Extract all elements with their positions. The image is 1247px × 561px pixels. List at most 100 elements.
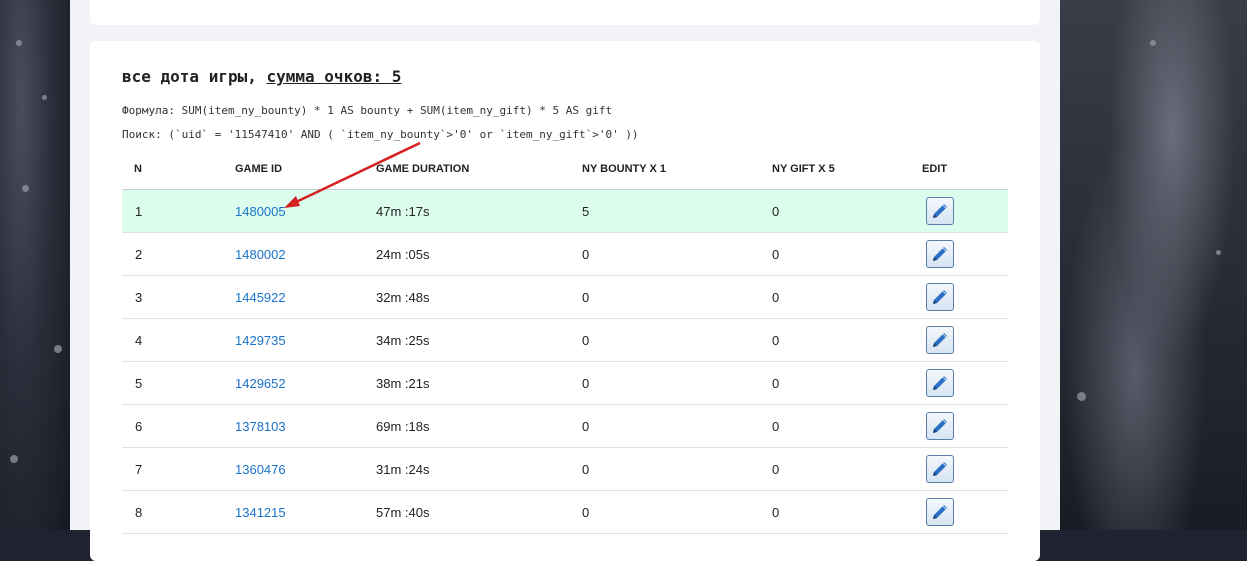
table-row: 6 1378103 69m :18s 0 0 [122,404,1008,448]
bg-particle [54,345,62,353]
header-ny-gift: NY GIFT X 5 [772,149,922,190]
ny-gift-cell: 0 [772,275,922,319]
game-id-link[interactable]: 1429652 [235,376,286,391]
pencil-icon [933,247,947,261]
header-game-duration: GAME DURATION [376,149,582,190]
pencil-icon [933,462,947,476]
formula-text: Формула: SUM(item_ny_bounty) * 1 AS boun… [122,104,613,117]
game-id-link[interactable]: 1429735 [235,333,286,348]
game-id-link[interactable]: 1360476 [235,462,286,477]
game-id-link[interactable]: 1341215 [235,505,286,520]
edit-cell [922,447,1008,491]
ny-bounty-cell: 5 [582,189,772,233]
edit-cell [922,404,1008,448]
edit-cell [922,490,1008,534]
edit-button[interactable] [926,197,954,225]
game-id-cell: 1341215 [235,490,376,534]
game-id-cell: 1429652 [235,361,376,405]
game-duration-cell: 24m :05s [376,232,582,276]
edit-button[interactable] [926,455,954,483]
edit-cell [922,318,1008,362]
background-left [0,0,70,530]
pencil-icon [933,290,947,304]
pencil-icon [933,376,947,390]
edit-button[interactable] [926,326,954,354]
pencil-icon [933,505,947,519]
edit-button[interactable] [926,240,954,268]
bg-particle [1150,40,1156,46]
ny-bounty-cell: 0 [582,232,772,276]
game-duration-cell: 34m :25s [376,318,582,362]
game-id-cell: 1429735 [235,318,376,362]
ny-gift-cell: 0 [772,318,922,362]
bg-particle [42,95,47,100]
row-number: 5 [122,361,235,405]
table-row: 5 1429652 38m :21s 0 0 [122,361,1008,405]
ny-bounty-cell: 0 [582,318,772,362]
ny-gift-cell: 0 [772,361,922,405]
page-title: все дота игры, сумма очков: 5 [122,67,401,86]
game-duration-cell: 69m :18s [376,404,582,448]
game-id-link[interactable]: 1480005 [235,204,286,219]
background-right [1060,0,1247,530]
game-id-link[interactable]: 1378103 [235,419,286,434]
header-game-id: GAME ID [235,149,376,190]
table-header-row: N GAME ID GAME DURATION NY BOUNTY X 1 NY… [122,149,1008,190]
game-id-link[interactable]: 1445922 [235,290,286,305]
edit-button[interactable] [926,498,954,526]
ny-gift-cell: 0 [772,490,922,534]
row-number: 2 [122,232,235,276]
ny-bounty-cell: 0 [582,447,772,491]
game-id-cell: 1480005 [235,189,376,233]
game-duration-cell: 31m :24s [376,447,582,491]
row-number: 1 [122,189,235,233]
edit-cell [922,275,1008,319]
table-row: 4 1429735 34m :25s 0 0 [122,318,1008,362]
header-edit: EDIT [922,149,1008,190]
row-number: 7 [122,447,235,491]
score-sum-label: сумма очков: 5 [266,67,402,86]
game-id-cell: 1378103 [235,404,376,448]
ny-gift-cell: 0 [772,447,922,491]
bg-particle [1216,250,1221,255]
row-number: 3 [122,275,235,319]
game-duration-cell: 57m :40s [376,490,582,534]
game-duration-cell: 32m :48s [376,275,582,319]
bg-particle [1077,392,1086,401]
table-row: 2 1480002 24m :05s 0 0 [122,232,1008,276]
games-table: N GAME ID GAME DURATION NY BOUNTY X 1 NY… [122,149,1008,534]
game-duration-cell: 38m :21s [376,361,582,405]
game-id-cell: 1360476 [235,447,376,491]
table-row: 1 1480005 47m :17s 5 0 [122,189,1008,233]
bg-particle [22,185,29,192]
table-row: 3 1445922 32m :48s 0 0 [122,275,1008,319]
edit-button[interactable] [926,369,954,397]
previous-card [90,0,1040,25]
edit-cell [922,189,1008,233]
edit-button[interactable] [926,283,954,311]
ny-bounty-cell: 0 [582,404,772,448]
title-prefix: все дота игры, [122,67,267,86]
ny-bounty-cell: 0 [582,490,772,534]
edit-cell [922,361,1008,405]
bg-particle [16,40,22,46]
main-content: все дота игры, сумма очков: 5 Формула: S… [70,0,1060,561]
header-n: N [122,149,235,190]
ny-bounty-cell: 0 [582,275,772,319]
ny-gift-cell: 0 [772,404,922,448]
pencil-icon [933,204,947,218]
pencil-icon [933,419,947,433]
game-id-cell: 1445922 [235,275,376,319]
game-duration-cell: 47m :17s [376,189,582,233]
pencil-icon [933,333,947,347]
games-card: все дота игры, сумма очков: 5 Формула: S… [90,41,1040,561]
row-number: 6 [122,404,235,448]
game-id-link[interactable]: 1480002 [235,247,286,262]
edit-button[interactable] [926,412,954,440]
ny-gift-cell: 0 [772,232,922,276]
row-number: 4 [122,318,235,362]
table-row: 8 1341215 57m :40s 0 0 [122,490,1008,534]
table-row: 7 1360476 31m :24s 0 0 [122,447,1008,491]
ny-gift-cell: 0 [772,189,922,233]
edit-cell [922,232,1008,276]
